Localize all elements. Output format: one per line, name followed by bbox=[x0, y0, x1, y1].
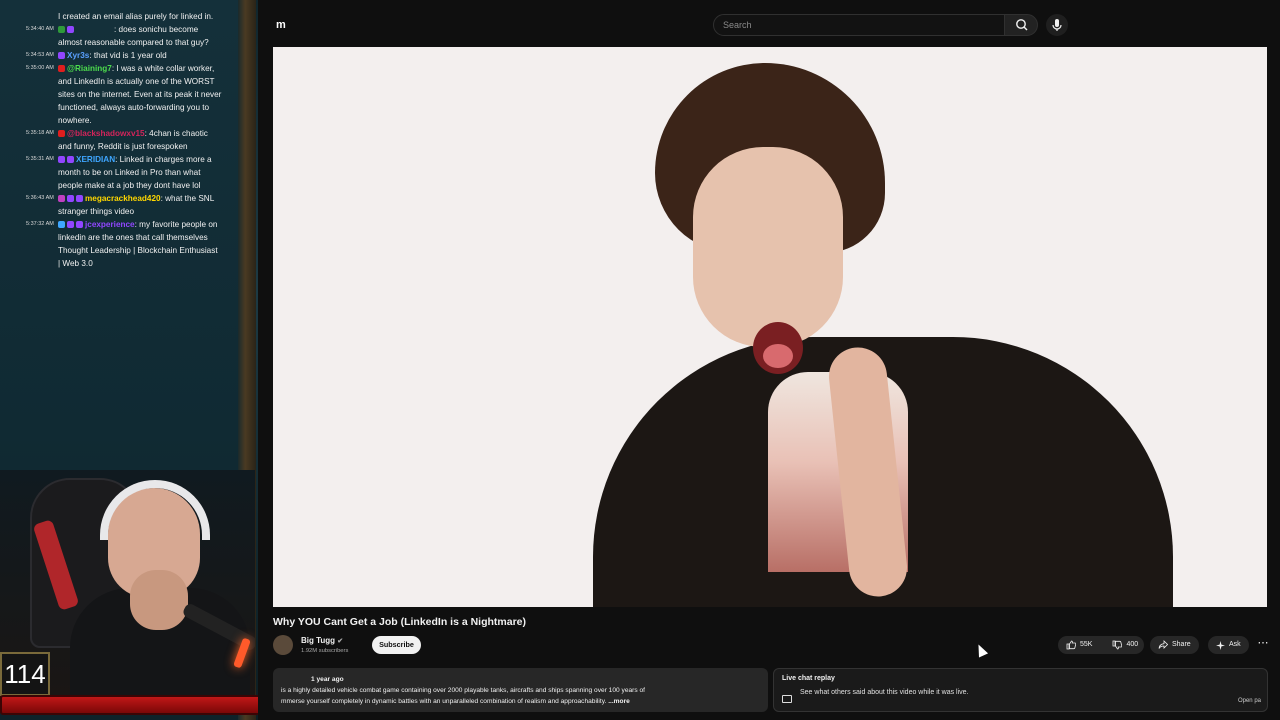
chat-bubble-icon bbox=[782, 695, 792, 703]
channel-name-text: Big Tugg bbox=[301, 636, 336, 645]
more-actions-icon[interactable]: ⋯ bbox=[1254, 636, 1272, 654]
viewer-counter: 114 bbox=[0, 652, 50, 696]
chat-badge-icon bbox=[58, 130, 65, 138]
search-input[interactable]: Search bbox=[713, 14, 1005, 36]
ask-label: Ask bbox=[1229, 641, 1241, 648]
chat-timestamp: 5:35:18 AM bbox=[26, 130, 54, 136]
chat-username[interactable]: megacrackhead420 bbox=[85, 194, 161, 203]
open-panel-button[interactable]: Open pa bbox=[1238, 698, 1261, 704]
chat-message: I created an email alias purely for link… bbox=[0, 10, 222, 23]
chat-username[interactable]: jcexperience bbox=[85, 220, 135, 229]
like-dislike-group: 55K 400 bbox=[1058, 636, 1144, 654]
chat-badge-icon bbox=[67, 195, 74, 203]
upload-date: 1 year ago bbox=[311, 676, 344, 683]
description-line-2: mmerse yourself completely in dynamic ba… bbox=[281, 698, 607, 705]
chat-timestamp: 5:34:40 AM bbox=[26, 26, 54, 32]
chat-message: 5:34:53 AM Xyr3s: that vid is 1 year old bbox=[0, 49, 222, 62]
share-label: Share bbox=[1172, 641, 1191, 648]
chat-timestamp: 5:35:00 AM bbox=[26, 65, 54, 71]
video-title: Why YOU Cant Get a Job (LinkedIn is a Ni… bbox=[273, 616, 527, 628]
like-count: 55K bbox=[1080, 641, 1093, 648]
chat-line: megacrackhead420: what the SNL stranger … bbox=[58, 194, 214, 216]
live-chat-subtitle: See what others said about this video wh… bbox=[800, 689, 969, 696]
chat-badge-icon bbox=[58, 156, 65, 164]
chat-badge-icon bbox=[58, 221, 65, 229]
voice-search-button[interactable] bbox=[1046, 14, 1068, 36]
video-player[interactable] bbox=[273, 47, 1267, 607]
description-line-1: is a highly detailed vehicle combat game… bbox=[281, 687, 645, 694]
chat-timestamp: 5:37:32 AM bbox=[26, 221, 54, 227]
chat-timestamp: 5:34:53 AM bbox=[26, 52, 54, 58]
live-chat-title: Live chat replay bbox=[782, 675, 835, 682]
channel-subscribers: 1.92M subscribers bbox=[301, 648, 349, 654]
chat-badge-icon bbox=[58, 52, 65, 60]
channel-name[interactable]: Big Tugg ✔ bbox=[301, 636, 343, 645]
chat-messages: I created an email alias purely for link… bbox=[0, 10, 222, 270]
chat-text: : does sonichu become almost reasonable … bbox=[58, 25, 209, 47]
chat-message: 5:37:32 AM jcexperience: my favorite peop… bbox=[0, 218, 222, 270]
chat-badge-icon bbox=[58, 65, 65, 73]
chat-username[interactable]: @Riaining7 bbox=[67, 64, 112, 73]
dislike-count: 400 bbox=[1126, 641, 1139, 648]
show-more-link[interactable]: ...more bbox=[608, 698, 630, 705]
youtube-window: m Search Why YOU Cant Get a Job (LinkedI… bbox=[258, 0, 1280, 720]
dislike-button[interactable]: 400 bbox=[1112, 636, 1138, 654]
thumbs-down-icon bbox=[1113, 640, 1123, 650]
chat-text: : that vid is 1 year old bbox=[89, 51, 167, 60]
chat-badge-icon bbox=[67, 221, 74, 229]
chat-line: XERIDIAN: Linked in charges more a month… bbox=[58, 155, 212, 190]
thumbs-up-icon bbox=[1066, 640, 1076, 650]
youtube-logo[interactable]: m bbox=[276, 19, 286, 31]
chat-line: Xyr3s: that vid is 1 year old bbox=[58, 51, 167, 60]
chat-badge-icon bbox=[58, 195, 65, 203]
chat-line: jcexperience: my favorite people on link… bbox=[58, 220, 218, 268]
like-button[interactable]: 55K bbox=[1066, 636, 1092, 654]
mouse-cursor-icon bbox=[973, 642, 989, 658]
chat-text: : I was a white collar worker, and Linke… bbox=[58, 64, 222, 125]
chat-line: : does sonichu become almost reasonable … bbox=[58, 25, 209, 47]
chat-username[interactable]: @blackshadowxv15 bbox=[67, 129, 145, 138]
chat-message: 5:36:43 AM megacrackhead420: what the SNL… bbox=[0, 192, 222, 218]
chat-message: 5:34:40 AM : does sonichu become almost r… bbox=[0, 23, 222, 49]
chat-timestamp: 5:36:43 AM bbox=[26, 195, 54, 201]
chat-badge-icon bbox=[67, 156, 74, 164]
chat-line: @blackshadowxv15: 4chan is chaotic and f… bbox=[58, 129, 208, 151]
streamer-hand bbox=[130, 570, 188, 630]
chat-message: 5:35:00 AM @Riaining7: I was a white coll… bbox=[0, 62, 222, 127]
search-icon bbox=[1016, 19, 1028, 31]
chat-badge-icon bbox=[58, 26, 65, 34]
chat-line: I created an email alias purely for link… bbox=[58, 12, 213, 21]
search-button[interactable] bbox=[1004, 14, 1038, 36]
chat-username[interactable]: XERIDIAN bbox=[76, 155, 115, 164]
chat-badge-icon bbox=[67, 26, 74, 34]
chat-badge-icon bbox=[76, 195, 83, 203]
video-description[interactable]: 1 year ago is a highly detailed vehicle … bbox=[273, 668, 768, 712]
stream-screen: I created an email alias purely for link… bbox=[0, 0, 1280, 720]
ask-button[interactable]: Ask bbox=[1208, 636, 1249, 654]
channel-avatar[interactable] bbox=[273, 635, 293, 655]
subscribe-button[interactable]: Subscribe bbox=[372, 636, 421, 654]
chat-message: 5:35:18 AM @blackshadowxv15: 4chan is cha… bbox=[0, 127, 222, 153]
live-chat-replay-panel[interactable]: Live chat replay See what others said ab… bbox=[773, 668, 1268, 712]
chat-username[interactable]: Xyr3s bbox=[67, 51, 89, 60]
video-subject-face bbox=[693, 147, 843, 347]
share-button[interactable]: Share bbox=[1150, 636, 1199, 654]
share-icon bbox=[1158, 640, 1168, 649]
chat-badge-icon bbox=[76, 221, 83, 229]
chat-timestamp: 5:35:31 AM bbox=[26, 156, 54, 162]
chat-line: @Riaining7: I was a white collar worker,… bbox=[58, 64, 221, 125]
video-subject-mouth bbox=[753, 322, 803, 374]
chat-message: 5:35:31 AM XERIDIAN: Linked in charges mo… bbox=[0, 153, 222, 192]
verified-icon: ✔ bbox=[337, 638, 344, 645]
chat-text: I created an email alias purely for link… bbox=[58, 12, 214, 21]
sparkle-icon bbox=[1216, 640, 1225, 650]
microphone-icon bbox=[1052, 19, 1062, 31]
